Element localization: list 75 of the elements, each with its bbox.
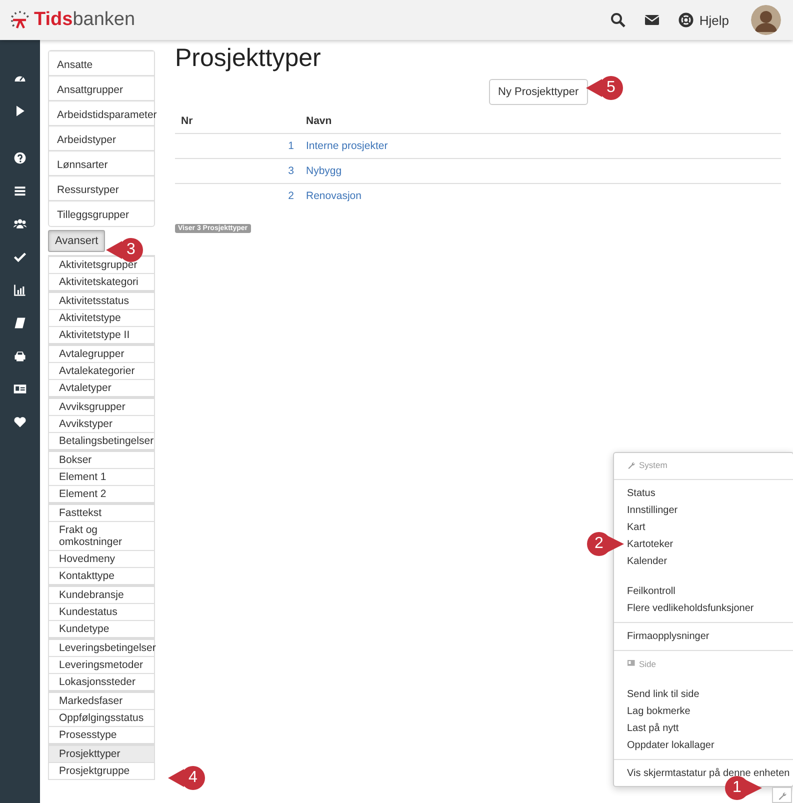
menu-item[interactable]: Feilkontroll: [627, 583, 688, 600]
wrench-icon: [778, 790, 786, 800]
catalog-item[interactable]: Lokasjonssteder: [48, 674, 155, 691]
catalog-item[interactable]: Aktivitetsgrupper: [48, 257, 155, 274]
catalog-item[interactable]: Prosjekttyper: [48, 746, 155, 763]
heart-icon[interactable]: [13, 414, 27, 430]
menu-item[interactable]: Lag bokmerke: [627, 703, 704, 720]
catalog-item[interactable]: Avtaletyper: [48, 380, 155, 397]
catalog-item[interactable]: Ressurstyper: [49, 176, 154, 201]
catalog-item[interactable]: Oppfølgingsstatus: [48, 710, 155, 727]
table-link[interactable]: Nybygg: [306, 165, 342, 177]
catalog-item[interactable]: Aktivitetstype II: [48, 327, 155, 344]
catalog-item[interactable]: Hovedmeny: [48, 551, 155, 568]
menu-item[interactable]: Last på nytt: [627, 720, 692, 737]
new-button[interactable]: Ny Prosjekttyper: [489, 79, 588, 105]
catalog-item[interactable]: Lønnsarter: [49, 151, 154, 176]
wrench-button[interactable]: [772, 787, 792, 803]
logo-icon: [10, 10, 30, 30]
column-header: Nr: [181, 115, 193, 127]
avatar[interactable]: [751, 5, 781, 35]
bar-chart-icon[interactable]: [13, 282, 27, 298]
catalog-item[interactable]: Element 2: [48, 486, 155, 503]
catalog-item[interactable]: Leveringsbetingelser: [48, 640, 155, 657]
menu-item[interactable]: Firmaopplysninger: [627, 628, 722, 645]
advanced-button[interactable]: Avansert: [48, 230, 106, 252]
catalog-item[interactable]: Markedsfaser: [48, 693, 155, 710]
table-cell: 3: [288, 165, 294, 177]
catalog-item[interactable]: Ansattgrupper: [49, 76, 154, 101]
catalog-item[interactable]: Avtalegrupper: [48, 346, 155, 363]
help-icon[interactable]: [13, 150, 27, 166]
table-cell: 1: [288, 140, 294, 152]
table-link[interactable]: Interne prosjekter: [306, 140, 388, 152]
catalog-item[interactable]: Avviksgrupper: [48, 399, 155, 416]
menu-item[interactable]: Status: [627, 485, 668, 502]
catalog-item[interactable]: Tilleggsgrupper: [49, 201, 154, 226]
catalog-item[interactable]: Ansatte: [49, 51, 154, 76]
catalog-item[interactable]: Leveringsmetoder: [48, 657, 155, 674]
menu-item[interactable]: Oppdater lokallager: [627, 737, 728, 754]
menu-item[interactable]: Send link til side: [627, 686, 712, 703]
menu-item[interactable]: Flere vedlikeholdsfunksjoner: [627, 600, 767, 617]
catalog-item[interactable]: Avvikstyper: [48, 416, 155, 433]
menu-heading: System: [639, 460, 668, 470]
table-link[interactable]: Renovasjon: [306, 190, 362, 202]
catalog-item[interactable]: Kundebransje: [48, 587, 155, 604]
catalog-item[interactable]: Frakt og omkostninger: [48, 522, 155, 551]
lifebuoy-icon: [678, 12, 694, 28]
catalog-item[interactable]: Arbeidstyper: [49, 126, 154, 151]
column-header: Navn: [306, 115, 332, 127]
catalog-item[interactable]: Aktivitetskategori: [48, 274, 155, 291]
menu-item[interactable]: Kalender: [627, 553, 680, 570]
catalog-item[interactable]: Prosesstype: [48, 727, 155, 744]
menu-item[interactable]: Kartoteker: [627, 536, 686, 553]
card-icon: [627, 660, 636, 668]
catalog-item[interactable]: Betalingsbetingelser: [48, 433, 155, 450]
menu-heading: Side: [639, 659, 656, 669]
catalog-item[interactable]: Aktivitetstype: [48, 310, 155, 327]
catalog-item[interactable]: Prosjektgruppe: [48, 763, 155, 780]
catalog-item[interactable]: Fasttekst: [48, 505, 155, 522]
page-title: Prosjekttyper: [175, 44, 322, 73]
catalog-item[interactable]: Aktivitetsstatus: [48, 293, 155, 310]
logo-text[interactable]: Tidsbanken: [34, 9, 136, 31]
table-cell: 2: [288, 190, 294, 202]
menu-item[interactable]: Kart: [627, 519, 658, 536]
help-link[interactable]: Hjelp: [678, 12, 729, 28]
menu-item[interactable]: Innstillinger: [627, 502, 691, 519]
search-icon[interactable]: [610, 12, 626, 28]
catalog-item[interactable]: Kundestatus: [48, 604, 155, 621]
catalog-item[interactable]: Arbeidstidsparameter: [49, 101, 154, 126]
catalog-item[interactable]: Kontakttype: [48, 568, 155, 585]
catalog-item[interactable]: Element 1: [48, 469, 155, 486]
catalog-item[interactable]: Bokser: [48, 452, 155, 469]
wrench-icon: [627, 461, 636, 469]
envelope-icon[interactable]: [644, 12, 660, 28]
catalog-item[interactable]: Kundetype: [48, 621, 155, 638]
catalog-item[interactable]: Avtalekategorier: [48, 363, 155, 380]
